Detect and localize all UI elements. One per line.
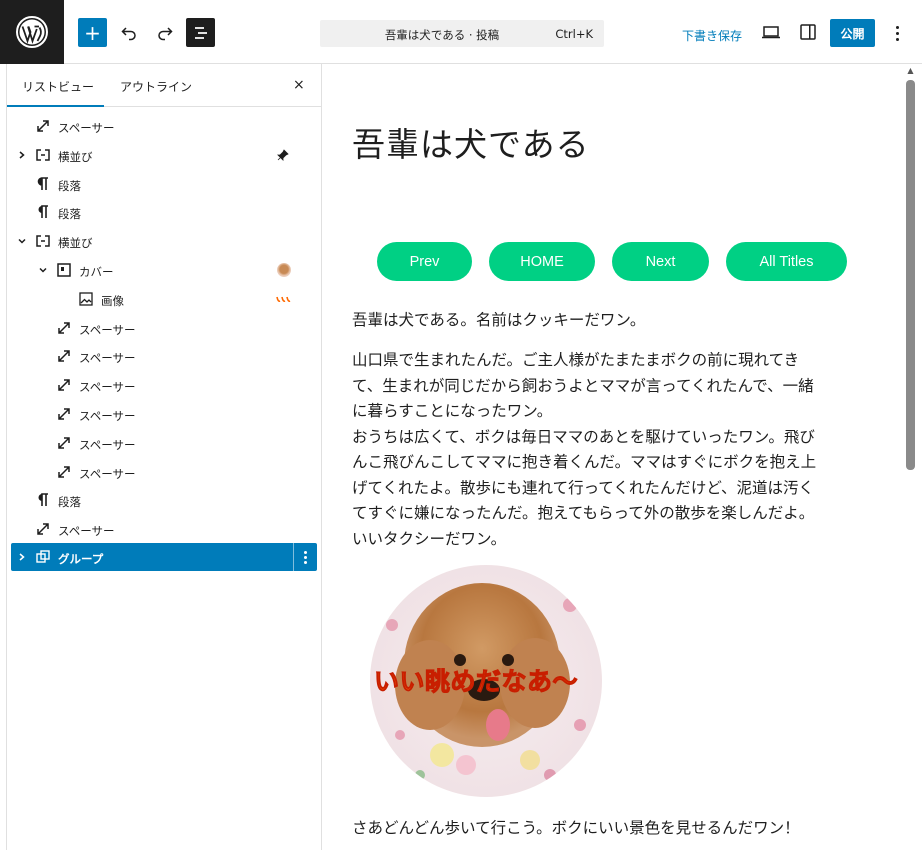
list-item-label: スペーサー <box>58 121 115 135</box>
list-item-label: スペーサー <box>79 409 136 423</box>
list-item-spacer[interactable]: スペーサー <box>11 342 317 370</box>
post-title[interactable]: 吾輩は犬である <box>352 118 590 166</box>
paragraph-icon <box>37 177 48 190</box>
spacer-icon <box>37 120 49 132</box>
image-thumbnail <box>276 296 291 302</box>
document-overview-icon[interactable] <box>186 18 215 47</box>
spacer-icon <box>58 350 70 362</box>
undo-icon[interactable] <box>114 18 143 47</box>
list-item-label: スペーサー <box>79 351 136 365</box>
list-item-label: 横並び <box>58 150 93 164</box>
redo-icon[interactable] <box>150 18 179 47</box>
wordpress-logo-icon[interactable] <box>0 0 64 64</box>
list-item-spacer[interactable]: スペーサー <box>11 429 317 457</box>
panel-tabs: リストビュー アウトライン × <box>7 64 322 107</box>
list-item-row[interactable]: 横並び <box>11 227 317 255</box>
list-item-row[interactable]: 横並び <box>11 141 317 169</box>
image-icon <box>79 292 93 306</box>
list-item-label: スペーサー <box>58 524 115 538</box>
prev-button[interactable]: Prev <box>377 242 472 281</box>
paragraph-outro[interactable]: さあどんどん歩いて行こう。ボクにいい景色を見せるんだワン！ <box>352 816 882 842</box>
list-item-group[interactable]: グループ <box>11 543 317 571</box>
list-item-spacer[interactable]: スペーサー <box>11 112 317 140</box>
paragraph-line: おうちは広くて、ボクは毎日ママのあとを駆けていったワン。飛び <box>352 427 815 446</box>
list-item-label: スペーサー <box>79 323 136 337</box>
paragraph-line: てすぐに嫌になったんだ。抱えてもらって外の散歩を楽しんだよ。 <box>352 504 815 522</box>
list-item-spacer[interactable]: スペーサー <box>11 314 317 342</box>
list-item-label: スペーサー <box>79 467 136 481</box>
list-item-label: 段落 <box>58 495 81 509</box>
spacer-icon <box>58 437 70 449</box>
pin-icon <box>277 149 289 161</box>
cover-icon <box>57 263 71 277</box>
scroll-up-icon[interactable]: ▲ <box>906 66 915 76</box>
chevron-down-icon[interactable] <box>17 236 27 246</box>
spacer-icon <box>37 523 49 535</box>
canvas-scrollbar[interactable] <box>906 80 915 470</box>
paragraph-icon <box>38 493 48 506</box>
paragraph-line: 山口県で生まれたんだ。ご主人様がたまたまボクの前に現れてき <box>352 351 800 369</box>
paragraph-line: んこ飛びんこしてママに抱き着くんだ。ママはすぐにボクを抱え上 <box>352 453 817 471</box>
list-item-image[interactable]: 画像 <box>11 285 317 313</box>
spacer-icon <box>58 379 70 391</box>
editor-toolbar: + 吾輩は犬である · 投稿 Ctrl+K 下書き保存 公開 <box>0 0 922 64</box>
shortcut-hint: Ctrl+K <box>555 27 593 41</box>
paragraph-line: て、生まれが同じだから飼おうよとママが言ってくれたんで、一緒 <box>352 376 814 395</box>
paragraph-intro[interactable]: 吾輩は犬である。名前はクッキーだワン。 <box>352 308 882 334</box>
next-button[interactable]: Next <box>612 242 709 281</box>
list-item-label: 横並び <box>58 236 93 250</box>
close-icon[interactable]: × <box>293 77 305 93</box>
tab-list-view[interactable]: リストビュー <box>22 78 94 95</box>
list-item-spacer[interactable]: スペーサー <box>11 515 317 543</box>
preview-device-icon[interactable] <box>759 20 783 44</box>
all-titles-button[interactable]: All Titles <box>726 242 847 281</box>
chevron-right-icon[interactable] <box>17 150 27 160</box>
save-draft-button[interactable]: 下書き保存 <box>682 27 742 44</box>
cover-caption[interactable]: いい眺めだなあ～ <box>373 662 578 698</box>
paragraph-line: に暮らすことになったワン。 <box>352 402 553 420</box>
list-item-label: 画像 <box>101 294 124 308</box>
command-palette-button[interactable]: 吾輩は犬である · 投稿 Ctrl+K <box>320 20 604 47</box>
settings-sidebar-icon[interactable] <box>796 20 820 44</box>
cover-thumbnail <box>277 263 291 277</box>
list-item-label: スペーサー <box>79 380 136 394</box>
list-item-label: 段落 <box>58 179 81 193</box>
chevron-down-icon[interactable] <box>38 265 48 275</box>
list-item-spacer[interactable]: スペーサー <box>11 458 317 486</box>
chevron-right-icon[interactable] <box>17 552 27 562</box>
list-view-panel: リストビュー アウトライン × スペーサー 横並び 段落 段落 横並び カバー <box>6 64 322 850</box>
list-item-paragraph[interactable]: 段落 <box>11 170 317 198</box>
spacer-icon <box>58 466 70 478</box>
paragraph-icon <box>38 205 48 218</box>
paragraph-story[interactable]: 山口県で生まれたんだ。ご主人様がたまたまボクの前に現れてき て、生まれが同じだか… <box>352 348 882 552</box>
row-icon <box>36 235 50 247</box>
home-button[interactable]: HOME <box>489 242 595 281</box>
group-icon <box>36 550 50 563</box>
list-item-paragraph[interactable]: 段落 <box>11 486 317 514</box>
tab-outline[interactable]: アウトライン <box>120 78 192 95</box>
row-icon <box>36 149 50 161</box>
add-block-button[interactable]: + <box>78 18 107 47</box>
publish-button[interactable]: 公開 <box>830 19 875 47</box>
block-options-icon[interactable] <box>293 543 317 571</box>
options-menu-icon[interactable] <box>888 22 906 44</box>
spacer-icon <box>58 322 70 334</box>
list-item-label: スペーサー <box>79 438 136 452</box>
list-item-paragraph[interactable]: 段落 <box>11 198 317 226</box>
spacer-icon <box>58 408 70 420</box>
list-item-label: 段落 <box>58 207 81 221</box>
list-item-label: グループ <box>58 552 104 566</box>
list-item-label: カバー <box>79 265 114 279</box>
active-tab-indicator <box>7 105 104 107</box>
list-item-cover[interactable]: カバー <box>11 256 317 284</box>
paragraph-line: げてくれたよ。散歩にも連れて行ってくれたんだけど、泥道は汚く <box>352 478 815 497</box>
document-title: 吾輩は犬である · 投稿 <box>384 28 500 42</box>
list-item-spacer[interactable]: スペーサー <box>11 400 317 428</box>
list-item-spacer[interactable]: スペーサー <box>11 371 317 399</box>
paragraph-line: いいタクシーだワン。 <box>352 529 507 548</box>
